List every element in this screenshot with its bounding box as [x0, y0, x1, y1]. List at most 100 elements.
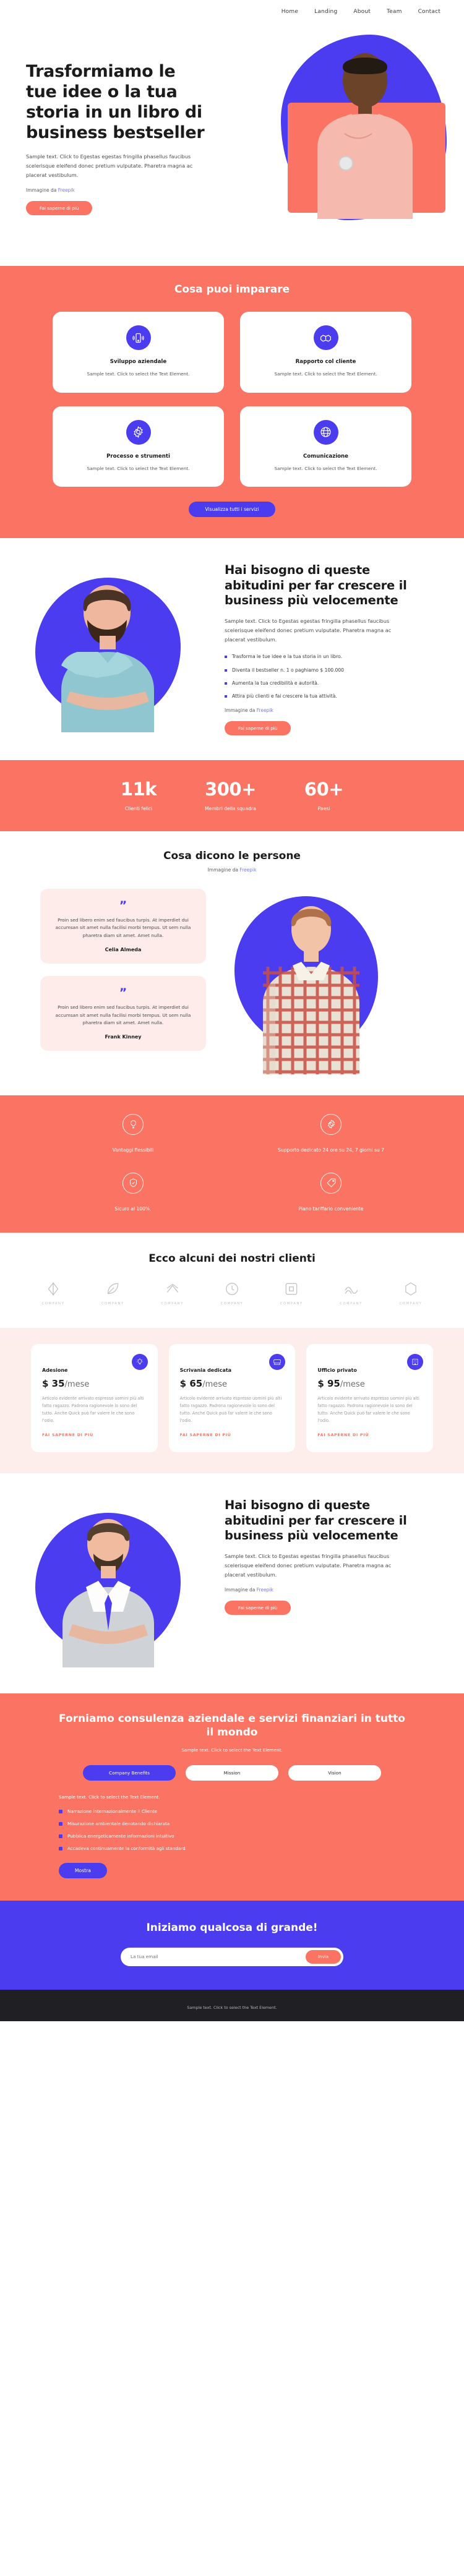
learn-title: Cosa puoi imparare	[174, 283, 290, 296]
testimonial-author: Celia Almeda	[105, 947, 142, 953]
nav-item-landing[interactable]: Landing	[314, 9, 337, 15]
pricing-description: Articolo evidente arrivato espresso uomi…	[317, 1395, 419, 1423]
hex-icon	[405, 1282, 416, 1296]
client-logo-name: COMPANY	[399, 1301, 423, 1306]
credit-link-freepik[interactable]: Freepik	[58, 187, 75, 193]
testimonial-author: Frank Kinney	[105, 1034, 142, 1040]
square-icon	[285, 1283, 298, 1295]
benefit-label: Sicuro al 100%.	[114, 1205, 152, 1212]
learn-card-title: Processo e strumenti	[106, 453, 170, 460]
benefit-item: Sicuro al 100%.	[46, 1172, 220, 1213]
testimonials-section: Cosa dicono le persone Immagine da Freep…	[0, 831, 464, 1095]
pricing-period: /mese	[64, 1379, 90, 1389]
leaf-icon	[108, 1283, 119, 1294]
client-logo-name: COMPANY	[280, 1301, 303, 1306]
habits-bullet: Diventa il bestseller n. 1 o paghiamo $ …	[225, 667, 430, 674]
pricing-amount: $ 95/mese	[317, 1378, 422, 1389]
pricing-card[interactable]: Adesione $ 35/mese Articolo evidente arr…	[31, 1343, 158, 1453]
diamond-icon	[48, 1282, 59, 1296]
hero-section: Trasformiamo le tue idee o la tua storia…	[0, 24, 464, 266]
learn-card-title: Rapporto col cliente	[295, 359, 356, 365]
pricing-plan-name: Scrivania dedicata	[179, 1367, 232, 1373]
habits-cta-button[interactable]: Fai saperne di più	[225, 721, 291, 735]
email-field[interactable]	[131, 1954, 306, 1960]
credit-prefix: Immagine da	[225, 1587, 257, 1593]
hero-photo-man	[299, 42, 432, 219]
consult-list-item: Pubblica energeticamente informazioni in…	[59, 1833, 405, 1839]
habits-image-credit: Immagine da Freepik	[225, 708, 430, 713]
mobile-icon	[126, 325, 151, 350]
consult-title: Forniamo consulenza aziendale e servizi …	[59, 1713, 405, 1739]
pricing-card[interactable]: Scrivania dedicata $ 65/mese Articolo ev…	[168, 1343, 296, 1453]
consult-cta-button[interactable]: Mostra	[59, 1862, 107, 1878]
habits-bullet: Attira più clienti e fai crescere la tua…	[225, 693, 430, 700]
pricing-value: 95	[327, 1377, 340, 1389]
subscribe-form: Invia	[121, 1947, 343, 1966]
stat-item: 60+ Paesi	[304, 779, 344, 811]
pricing-currency: $	[317, 1377, 324, 1389]
consult-panel: Sample text. Click to select the Text El…	[59, 1794, 405, 1878]
stat-item: 300+ Membri della squadra	[205, 779, 256, 811]
consult-tab-bar: Company Benefits Mission Vision	[0, 1765, 464, 1781]
credit-link-freepik[interactable]: Freepik	[239, 867, 256, 873]
habits2-photo-man-suit	[34, 1494, 206, 1668]
learn-card[interactable]: Comunicazione Sample text. Click to sele…	[240, 406, 411, 487]
learn-card-title: Sviluppo aziendale	[110, 359, 167, 365]
habits-bullet: Trasforma le tue idee e la tua storia in…	[225, 653, 430, 661]
submit-button[interactable]: Invia	[306, 1949, 341, 1964]
benefit-label: Supporto dedicato 24 ore su 24, 7 giorni…	[278, 1147, 384, 1153]
client-logo: COMPANY	[329, 1281, 374, 1306]
nav-item-home[interactable]: Home	[281, 9, 298, 15]
pricing-learn-more-link[interactable]: FAI SAPERNE DI PIÙ	[317, 1433, 369, 1437]
learn-cta-button[interactable]: Visualizza tutti i servizi	[189, 502, 275, 518]
client-logo: COMPANY	[90, 1281, 135, 1306]
testimonials-image-credit: Immagine da Freepik	[0, 867, 464, 873]
nav-item-about[interactable]: About	[353, 9, 371, 15]
tab-vision[interactable]: Vision	[288, 1765, 381, 1781]
habits2-image-credit: Immagine da Freepik	[225, 1587, 430, 1593]
consult-list-item: Misurazione ambientale denotando dichiar…	[59, 1821, 405, 1826]
learn-card-grid: Sviluppo aziendale Sample text. Click to…	[53, 312, 411, 487]
credit-link-freepik[interactable]: Freepik	[257, 708, 273, 713]
client-logo: COMPANY	[210, 1281, 254, 1306]
client-logo-name: COMPANY	[161, 1301, 184, 1306]
credit-link-freepik[interactable]: Freepik	[257, 1587, 273, 1593]
tab-mission[interactable]: Mission	[186, 1765, 278, 1781]
pricing-description: Articolo evidente arrivato espresso uomi…	[179, 1395, 282, 1423]
learn-card-text: Sample text. Click to select the Text El…	[274, 465, 377, 471]
credit-prefix: Immagine da	[225, 707, 257, 713]
stats-section: 11k Clienti felici 300+ Membri della squ…	[0, 760, 464, 831]
habits2-cta-button[interactable]: Fai saperne di più	[225, 1601, 291, 1615]
tab-company-benefits[interactable]: Company Benefits	[83, 1765, 176, 1781]
credit-prefix: Immagine da	[207, 867, 240, 873]
pricing-plan-name: Ufficio privato	[317, 1367, 357, 1373]
learn-card[interactable]: Sviluppo aziendale Sample text. Click to…	[53, 312, 224, 393]
pricing-section: Adesione $ 35/mese Articolo evidente arr…	[0, 1327, 464, 1474]
nav-item-team[interactable]: Team	[387, 9, 402, 15]
learn-card-text: Sample text. Click to select the Text El…	[87, 465, 190, 471]
consult-intro: Sample text. Click to select the Text El…	[59, 1794, 160, 1800]
consult-list-item: Accadeva continuamente la conformità agl…	[59, 1846, 405, 1851]
pricing-learn-more-link[interactable]: FAI SAPERNE DI PIÙ	[42, 1433, 93, 1437]
benefit-item: Vantaggi flessibili	[46, 1113, 220, 1154]
chevron-icon	[166, 1283, 178, 1293]
testimonial-card: ” Proin sed libero enim sed faucibus tur…	[40, 976, 206, 1051]
cta-title: Iniziamo qualcosa di grande!	[146, 1921, 318, 1934]
client-logo-name: COMPANY	[41, 1301, 65, 1306]
hero-cta-button[interactable]: Fai saperne di più	[26, 201, 93, 216]
testimonial-text: Proin sed libero enim sed faucibus turpi…	[55, 1004, 191, 1025]
clock-icon	[226, 1283, 238, 1295]
learn-card[interactable]: Rapporto col cliente Sample text. Click …	[240, 312, 411, 393]
benefit-item: Supporto dedicato 24 ore su 24, 7 giorni…	[244, 1113, 418, 1154]
stat-label: Membri della squadra	[205, 805, 256, 811]
client-logo-name: COMPANY	[101, 1301, 124, 1306]
client-logo: COMPANY	[150, 1281, 195, 1306]
client-logo-row: COMPANY COMPANY COMPANY COMPANY COMPANY …	[31, 1281, 433, 1306]
pricing-learn-more-link[interactable]: FAI SAPERNE DI PIÙ	[180, 1433, 231, 1437]
globe-icon	[313, 419, 338, 445]
learn-card[interactable]: Processo e strumenti Sample text. Click …	[53, 406, 224, 487]
nav-item-contact[interactable]: Contact	[418, 9, 440, 15]
pricing-card[interactable]: Ufficio privato $ 95/mese Articolo evide…	[306, 1343, 433, 1453]
pricing-description: Articolo evidente arrivato espresso uomi…	[42, 1395, 144, 1423]
page-title: Trasformiamo le tue idee o la tua storia…	[26, 62, 205, 142]
